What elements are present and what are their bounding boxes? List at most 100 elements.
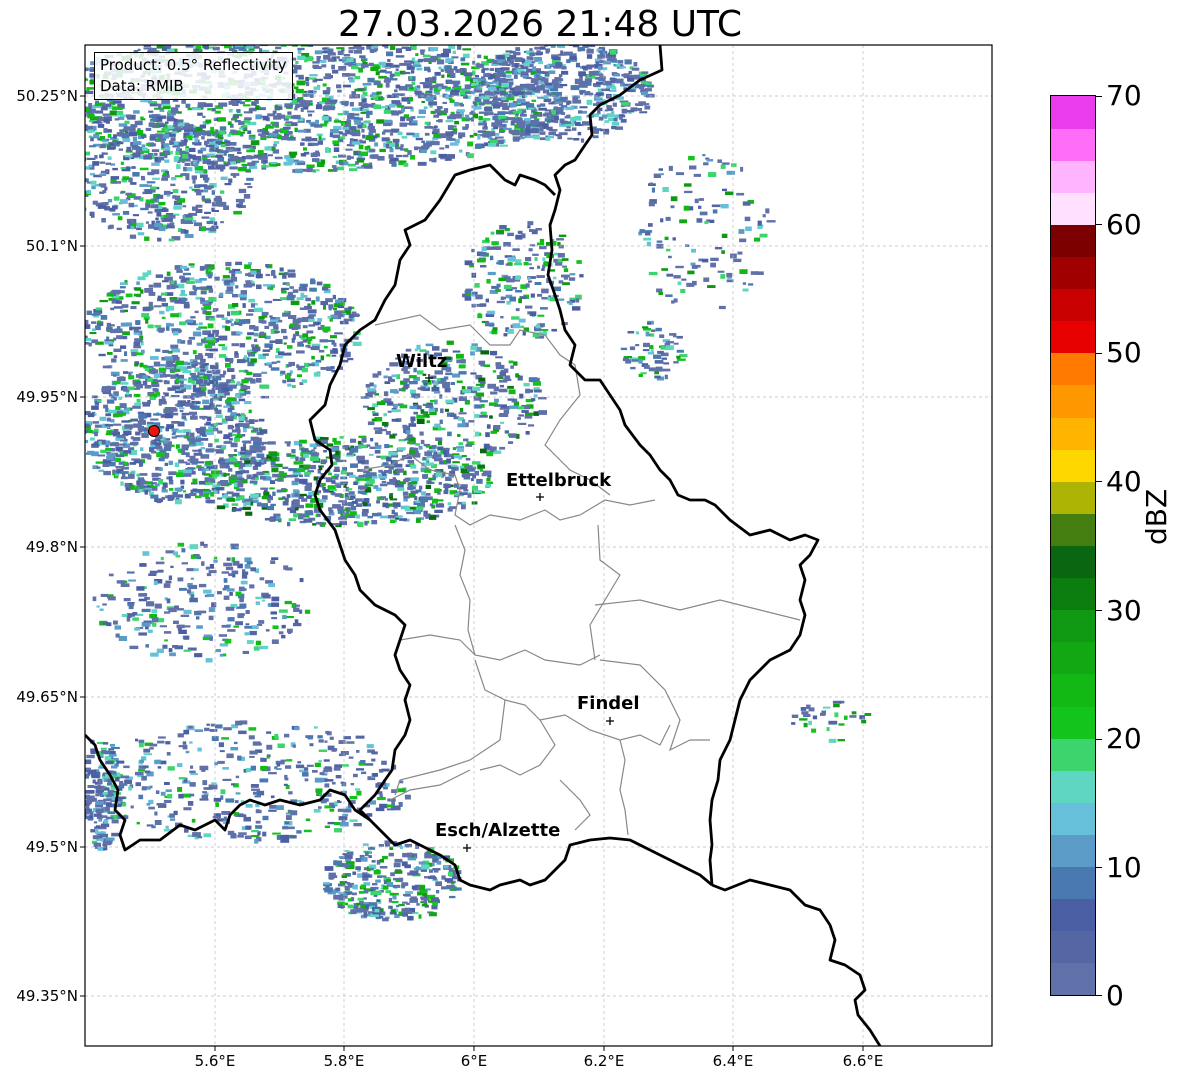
radar-echo-cell — [292, 64, 298, 68]
radar-echo-cell — [301, 498, 308, 502]
radar-echo-cell — [220, 169, 224, 172]
radar-echo-cell — [547, 82, 552, 86]
radar-echo-cell — [180, 400, 186, 404]
radar-echo-cell — [313, 152, 320, 155]
radar-echo-cell — [231, 503, 239, 506]
radar-echo-cell — [445, 144, 450, 149]
radar-echo-cell — [435, 83, 444, 87]
radar-echo-cell — [374, 442, 379, 446]
radar-echo-cell — [285, 374, 291, 379]
radar-echo-cell — [403, 36, 412, 39]
radar-echo-cell — [238, 127, 244, 130]
radar-echo-cell — [423, 513, 430, 517]
radar-echo-cell — [236, 381, 241, 386]
radar-echo-cell — [165, 305, 175, 311]
radar-echo-cell — [392, 478, 396, 484]
radar-echo-cell — [406, 505, 410, 510]
radar-echo-cell — [394, 71, 400, 77]
radar-echo-cell — [123, 450, 132, 454]
radar-echo-cell — [347, 156, 354, 159]
radar-echo-cell — [624, 59, 632, 65]
radar-echo-cell — [218, 201, 227, 207]
radar-echo-cell — [137, 411, 144, 414]
radar-echo-cell — [113, 429, 119, 433]
radar-echo-cell — [158, 479, 164, 484]
radar-echo-cell — [301, 379, 308, 383]
radar-echo-cell — [334, 310, 343, 315]
radar-echo-cell — [211, 210, 219, 212]
radar-echo-cell — [101, 218, 106, 223]
radar-echo-cell — [175, 104, 180, 108]
radar-echo-cell — [497, 111, 506, 116]
radar-echo-cell — [244, 454, 251, 457]
radar-echo-cell — [529, 48, 533, 51]
radar-echo-cell — [376, 119, 385, 124]
radar-echo-cell — [116, 300, 122, 304]
radar-echo-cell — [331, 101, 337, 105]
radar-echo-cell — [387, 59, 391, 62]
radar-echo-cell — [298, 513, 305, 518]
radar-echo-cell — [192, 179, 196, 184]
radar-echo-cell — [434, 125, 438, 128]
radar-echo-cell — [388, 451, 397, 456]
radar-echo-cell — [557, 135, 562, 140]
radar-echo-cell — [283, 335, 288, 340]
radar-echo-cell — [171, 328, 180, 331]
radar-echo-cell — [367, 421, 375, 426]
radar-echo-cell — [275, 355, 283, 359]
radar-echo-cell — [199, 38, 204, 42]
radar-echo-cell — [132, 437, 141, 441]
radar-echo-cell — [200, 447, 205, 450]
radar-echo-cell — [479, 102, 485, 106]
radar-echo-cell — [240, 470, 250, 474]
radar-echo-cell — [101, 387, 110, 393]
radar-echo-cell — [427, 68, 431, 73]
radar-echo-cell — [431, 386, 440, 392]
radar-echo-cell — [386, 401, 394, 406]
radar-echo-cell — [500, 404, 507, 408]
radar-echo-cell — [476, 106, 482, 110]
radar-echo-cell — [327, 339, 334, 342]
radar-echo-cell — [200, 286, 207, 290]
radar-echo-cell — [231, 401, 240, 405]
radar-echo-cell — [213, 221, 218, 226]
radar-echo-cell — [194, 138, 199, 143]
radar-echo-cell — [473, 490, 483, 493]
radar-echo-cell — [498, 388, 508, 393]
radar-echo-cell — [140, 135, 147, 138]
radar-echo-cell — [223, 405, 230, 408]
radar-echo-cell — [475, 75, 479, 78]
radar-echo-cell — [271, 361, 277, 364]
radar-echo-cell — [349, 78, 355, 83]
radar-echo-cell — [273, 326, 279, 330]
radar-echo-cell — [318, 135, 322, 141]
radar-echo-cell — [263, 159, 268, 164]
radar-echo-cell — [435, 472, 443, 477]
radar-echo-cell — [439, 147, 445, 150]
radar-echo-cell — [250, 270, 257, 275]
radar-echo-cell — [601, 88, 611, 92]
radar-echo-cell — [105, 413, 112, 417]
radar-echo-cell — [403, 495, 410, 499]
radar-echo-cell — [90, 213, 95, 218]
radar-echo-cell — [446, 340, 454, 345]
radar-echo-cell — [331, 480, 336, 484]
radar-echo-cell — [576, 41, 579, 45]
radar-echo-cell — [298, 478, 308, 484]
radar-echo-cell — [179, 275, 185, 280]
radar-echo-cell — [217, 117, 226, 122]
radar-echo-cell — [76, 135, 83, 140]
radar-echo-cell — [465, 124, 469, 129]
radar-echo-cell — [463, 489, 469, 492]
radar-echo-cell — [119, 376, 124, 380]
radar-echo-cell — [508, 389, 516, 395]
radar-echo-cell — [444, 487, 449, 492]
radar-echo-cell — [538, 107, 547, 111]
radar-echo-cell — [354, 152, 358, 155]
radar-echo-cell — [526, 135, 534, 139]
radar-echo-cell — [299, 493, 307, 497]
radar-echo-cell — [286, 494, 291, 498]
radar-echo-cell — [359, 55, 366, 59]
radar-echo-cell — [303, 464, 311, 469]
radar-echo-cell — [344, 102, 348, 107]
